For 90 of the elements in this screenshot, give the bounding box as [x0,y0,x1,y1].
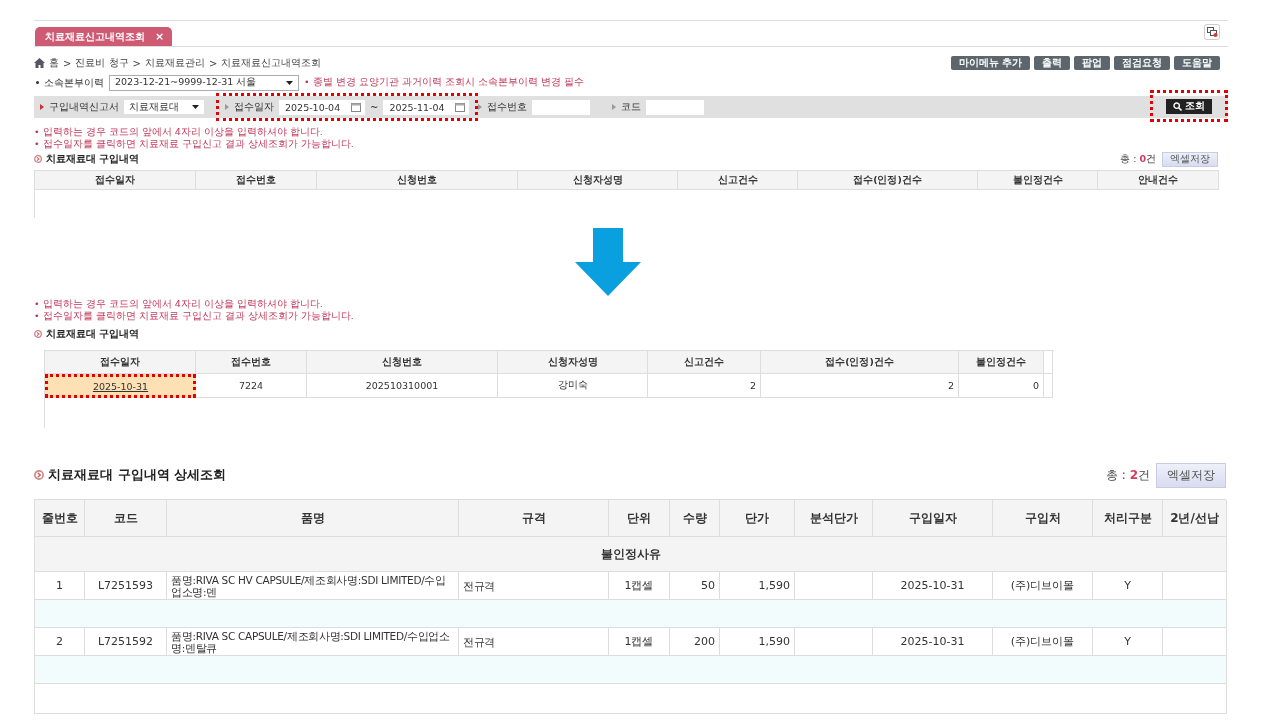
section-title: 치료재료대 구입내역 상세조회 [48,466,227,484]
breadcrumb-item[interactable]: 치료재료신고내역조회 [221,56,322,70]
column-header: 접수(인정)건수 [798,171,978,190]
table-cell: 202510310001 [307,374,498,398]
column-header: 코드 [85,500,167,537]
group-header: 불인정사유 [35,537,1227,572]
column-header: 신청자성명 [498,351,648,374]
column-header: 불인정건수 [959,351,1044,374]
date-field[interactable]: 2025-11-04 [383,99,470,115]
search-button[interactable]: 조회 [1166,98,1212,114]
toolbar-button[interactable]: 점검요청 [1114,56,1170,70]
column-header: 접수일자 [35,171,196,190]
column-header: 신청자성명 [518,171,678,190]
section-icon [34,470,44,480]
page-tab[interactable]: 치료재료신고내역조회 × [35,27,173,46]
breadcrumb-item[interactable]: 홈 [49,56,59,70]
toolbar-button[interactable]: 팝업 [1074,56,1110,70]
column-header: 2년/선납 [1163,500,1227,537]
chevron-icon [612,104,617,110]
note-text: • 접수일자를 클릭하면 치료재료 구입신고 결과 상세조회가 가능합니다. [34,138,355,150]
column-header: 신고건수 [648,351,761,374]
caret-icon [286,80,293,85]
date-field[interactable]: 2025-10-04 [279,99,365,115]
history-select[interactable]: 2023-12-21~9999-12-31 서울 [109,74,299,91]
column-header: 처리구분 [1093,500,1163,537]
table-cell: 강미숙 [498,374,648,398]
excel-button[interactable]: 엑셀저장 [1162,151,1218,167]
column-header: 줄번호 [35,500,85,537]
column-header: 품명 [167,500,459,537]
field-label: 접수일자 [234,100,274,114]
column-header: 단위 [609,500,670,537]
column-header: 접수일자 [45,351,196,374]
down-arrow [575,228,641,296]
section-icon [34,155,42,163]
input-field[interactable] [646,99,705,115]
section-title: 치료재료대 구입내역 [46,152,140,166]
field-label: 구입내역신고서 [49,100,119,114]
column-header: 접수번호 [196,351,307,374]
range-separator: ~ [370,101,379,113]
search-icon [1173,101,1182,111]
window-icon[interactable] [1204,24,1220,40]
table-cell [1044,374,1053,398]
column-header: 신청번호 [307,351,498,374]
column-header: 수량 [670,500,720,537]
breadcrumb-separator: > [63,57,72,69]
breadcrumb-item[interactable]: 진료비 청구 [75,56,129,70]
total-count: 총 : 2건 [1105,466,1150,484]
column-header: 분석단가 [795,500,873,537]
note-text: • 접수일자를 클릭하면 치료재료 구입신고 결과 상세조회가 가능합니다. [34,310,355,322]
field-label: 코드 [621,100,642,114]
calendar-icon[interactable] [455,102,466,112]
chevron-icon [40,104,44,110]
column-header: 단가 [720,500,795,537]
notice-text: • 종별 변경 요양기관 과거이력 조회시 소속본부이력 변경 필수 [304,76,584,89]
column-header: 구입처 [993,500,1093,537]
breadcrumb-separator: > [208,57,218,69]
column-header: 불인정건수 [978,171,1098,190]
caret-icon [192,105,199,109]
column-header: 구입일자 [873,500,993,537]
toolbar-button[interactable]: 도움말 [1174,56,1220,70]
chevron-icon [225,104,229,110]
column-header: 안내건수 [1098,171,1219,190]
column-header: 접수번호 [196,171,317,190]
column-header: 규격 [459,500,609,537]
input-field[interactable] [532,99,591,115]
date-link[interactable]: 2025-10-31 [92,380,149,392]
field-label: 소속본부이력 [44,75,104,90]
note-text: • 입력하는 경우 코드의 앞에서 4자리 이상을 입력하셔야 합니다. [34,298,324,310]
table-cell: 7224 [196,374,307,398]
home-icon[interactable] [34,58,45,68]
close-button[interactable]: × [155,30,165,43]
column-header: 접수(인정)건수 [761,351,959,374]
column-header: 신청번호 [317,171,518,190]
toolbar-button[interactable]: 출력 [1034,56,1070,70]
toolbar-button[interactable]: 마이메뉴 추가 [950,56,1030,70]
breadcrumb-item[interactable]: 치료재료관리 [144,56,205,70]
field-label: 접수번호 [487,100,528,114]
table-cell: 2 [648,374,761,398]
tab-label: 치료재료신고내역조회 [45,29,145,44]
breadcrumb-separator: > [132,57,141,69]
total-count: 총 : 0건 [1120,152,1156,166]
chevron-icon [478,104,483,110]
column-header: 신고건수 [678,171,798,190]
section-title: 치료재료대 구입내역 [46,327,140,341]
excel-button[interactable]: 엑셀저장 [1156,462,1226,488]
calendar-icon[interactable] [351,102,361,112]
report-select[interactable]: 치료재료대 [124,100,204,114]
section-icon [34,330,42,338]
note-text: • 입력하는 경우 코드의 앞에서 4자리 이상을 입력하셔야 합니다. [34,126,324,138]
table-cell: 2 [761,374,959,398]
